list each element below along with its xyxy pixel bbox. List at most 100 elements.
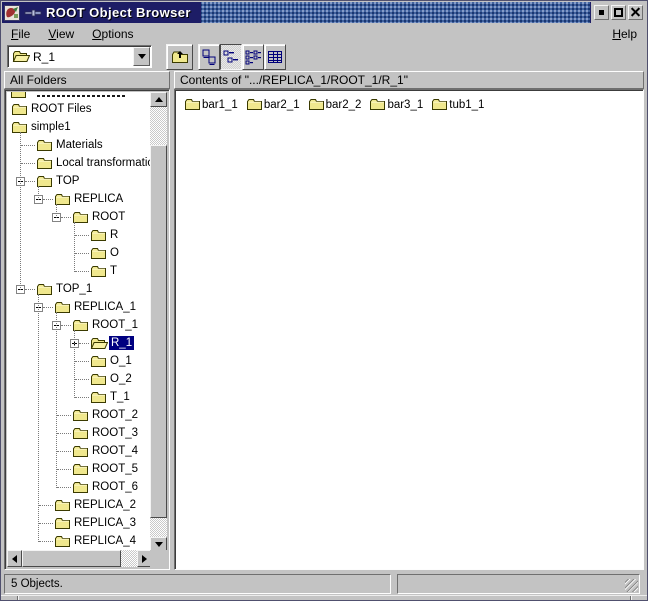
list-view-icon [245, 49, 261, 65]
folder-tree[interactable]: ROOT Files simple1 MaterialsLocal transfor… [7, 92, 152, 552]
tree-item-r[interactable]: R [7, 226, 152, 244]
tree-item-label: ROOT_2 [90, 408, 140, 422]
tree-item-label: REPLICA_1 [72, 300, 138, 314]
tree-item-label: simple1 [29, 120, 73, 134]
tree-item-label: O [108, 246, 121, 260]
tree-item-root-5[interactable]: ROOT_5 [7, 460, 152, 478]
contents-pane: bar1_1 bar2_1 bar2_2 bar3_1 tub1_1 [174, 89, 644, 570]
folder-icon [369, 98, 386, 111]
maximize-button[interactable] [611, 5, 626, 20]
folder-icon [246, 98, 263, 111]
tree-item-o-2[interactable]: O_2 [7, 370, 152, 388]
tree-item-local-transformations[interactable]: Local transformations [7, 154, 152, 172]
tree-item-label: TOP_1 [54, 282, 94, 296]
tree-item-root-3[interactable]: ROOT_3 [7, 424, 152, 442]
folder-icon [308, 98, 325, 111]
tree-item-label: ROOT_3 [90, 426, 140, 440]
contents-item-bar3_1[interactable]: bar3_1 [368, 97, 423, 112]
details-view-button[interactable] [264, 44, 286, 70]
contents-item-label: bar2_1 [264, 99, 300, 111]
tree-item-label: REPLICA_3 [72, 516, 138, 530]
contents-header: Contents of ".../REPLICA_1/ROOT_1/R_1" [174, 71, 644, 89]
tree-item-label: ROOT Files [29, 102, 94, 116]
small-icons-button[interactable] [220, 44, 242, 70]
tree-item-label: ROOT [90, 210, 127, 224]
folder-icon [72, 463, 89, 476]
arrow-up-icon [155, 97, 163, 102]
folders-pane: ROOT Files simple1 MaterialsLocal transfor… [4, 89, 170, 570]
status-message [397, 574, 640, 594]
resize-grip[interactable] [625, 579, 638, 592]
tree-vertical-scrollbar[interactable] [150, 92, 167, 552]
contents-item-label: tub1_1 [449, 99, 484, 111]
menu-help[interactable]: Help [612, 27, 637, 41]
vscroll-thumb[interactable] [150, 145, 167, 518]
tree-item-root-6[interactable]: ROOT_6 [7, 478, 152, 496]
window-bottom-frame[interactable] [1, 595, 647, 600]
folder-combobox[interactable]: R_1 [7, 45, 152, 68]
tree-item-label: TOP [54, 174, 81, 188]
list-view-button[interactable] [242, 44, 264, 70]
tree-item-root-2[interactable]: ROOT_2 [7, 406, 152, 424]
tree-item-label: ROOT_1 [90, 318, 140, 332]
tree-item-label: ROOT_4 [90, 444, 140, 458]
titlebar[interactable]: ROOT Object Browser [2, 2, 646, 23]
contents-item-tub1_1[interactable]: tub1_1 [430, 97, 484, 112]
up-one-level-icon [170, 49, 190, 65]
small-icons-icon [223, 49, 239, 65]
tree-item-replica-4[interactable]: REPLICA_4 [7, 532, 152, 550]
hscroll-thumb[interactable] [22, 550, 121, 567]
tree-item-t[interactable]: T [7, 262, 152, 280]
root-object-browser-window: ROOT Object Browser File View Options He… [0, 0, 648, 601]
toolbar: R_1 [2, 44, 646, 71]
window-title: ROOT Object Browser [46, 5, 191, 20]
clipped-tree-item [7, 92, 152, 100]
tree-item-replica[interactable]: REPLICA [7, 190, 152, 208]
app-icon [4, 5, 20, 21]
hscroll-track[interactable] [22, 550, 137, 567]
tree-item-root-4[interactable]: ROOT_4 [7, 442, 152, 460]
tree-item-top[interactable]: TOP [7, 172, 152, 190]
tree-item-t-1[interactable]: T_1 [7, 388, 152, 406]
tree-item-o-1[interactable]: O_1 [7, 352, 152, 370]
tree-item-root[interactable]: ROOT [7, 208, 152, 226]
tree-item-label: ROOT_5 [90, 462, 140, 476]
contents-item-bar2_2[interactable]: bar2_2 [307, 97, 362, 112]
menu-options[interactable]: Options [92, 27, 133, 41]
folder-icon [54, 499, 71, 512]
scrollbar-corner [150, 550, 167, 567]
titlebar-left: ROOT Object Browser [2, 2, 201, 23]
tree-horizontal-scrollbar[interactable] [7, 550, 152, 567]
contents-item-bar2_1[interactable]: bar2_1 [245, 97, 300, 112]
tree-item-replica-1[interactable]: REPLICA_1 [7, 298, 152, 316]
minimize-button[interactable] [594, 5, 609, 20]
contents-item-label: bar2_2 [326, 99, 362, 111]
tree-item-simple1[interactable]: simple1 [7, 118, 152, 136]
contents-list[interactable]: bar1_1 bar2_1 bar2_2 bar3_1 tub1_1 [177, 92, 641, 567]
arrow-down-icon [155, 542, 163, 547]
folder-icon [90, 229, 107, 242]
tree-item-root-files[interactable]: ROOT Files [7, 100, 152, 118]
menu-file[interactable]: File [11, 27, 30, 41]
tree-item-label: T [108, 264, 119, 278]
tree-item-top-1[interactable]: TOP_1 [7, 280, 152, 298]
contents-item-bar1_1[interactable]: bar1_1 [183, 97, 238, 112]
menu-view[interactable]: View [48, 27, 74, 41]
arrow-left-icon [12, 555, 17, 563]
pin-icon[interactable] [24, 8, 42, 18]
tree-item-o[interactable]: O [7, 244, 152, 262]
large-icons-button[interactable] [198, 44, 220, 70]
tree-item-replica-2[interactable]: REPLICA_2 [7, 496, 152, 514]
tree-item-replica-3[interactable]: REPLICA_3 [7, 514, 152, 532]
vscroll-track[interactable] [150, 107, 167, 537]
tree-item-r-1[interactable]: R_1 [7, 334, 152, 352]
scroll-up-button[interactable] [150, 92, 167, 107]
folder-icon [36, 139, 53, 152]
up-one-level-button[interactable] [166, 44, 193, 70]
combobox-dropdown-button[interactable] [133, 47, 150, 66]
tree-item-materials[interactable]: Materials [7, 136, 152, 154]
scroll-left-button[interactable] [7, 550, 22, 567]
folder-icon [72, 427, 89, 440]
close-button[interactable] [628, 5, 643, 20]
tree-item-root-1[interactable]: ROOT_1 [7, 316, 152, 334]
